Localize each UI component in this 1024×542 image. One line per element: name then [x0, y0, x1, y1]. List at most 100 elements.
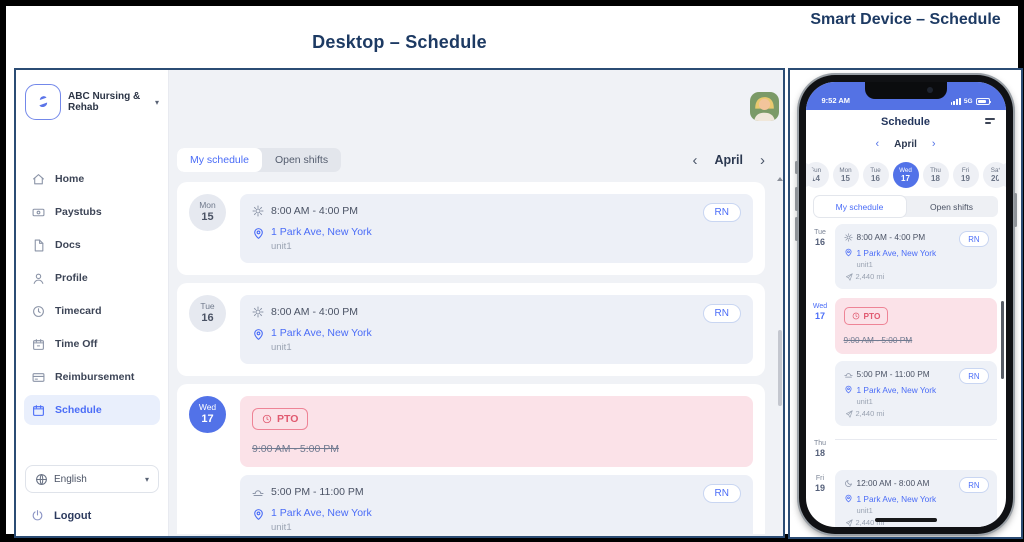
tab-open-shifts[interactable]: Open shifts — [906, 196, 998, 217]
location-pin-icon — [252, 328, 265, 353]
sidebar-item-profile[interactable]: Profile — [24, 263, 160, 293]
day-pill-fri[interactable]: Fri19 — [953, 162, 979, 188]
mute-switch — [795, 161, 798, 174]
scrollbar-thumb[interactable] — [778, 330, 782, 406]
language-selector[interactable]: English ▾ — [25, 465, 159, 493]
pto-time: 9:00 AM - 5:00 PM — [844, 335, 988, 345]
desktop-section-title: Desktop – Schedule — [14, 32, 785, 53]
page-title: Schedule — [881, 116, 930, 128]
home-indicator[interactable] — [875, 518, 937, 522]
shift-time: 5:00 PM - 11:00 PM — [857, 369, 930, 379]
sunset-icon — [844, 370, 853, 379]
filter-icon[interactable] — [985, 118, 995, 126]
location-link[interactable]: 1 Park Ave, New York — [857, 248, 937, 258]
next-month-button[interactable]: › — [760, 153, 765, 168]
sidebar-menu: Home Paystubs Docs Profile — [16, 164, 168, 425]
day-pill-tue[interactable]: Tue16 — [863, 162, 889, 188]
power-icon — [31, 509, 44, 522]
shift-card[interactable]: 5:00 PM - 11:00 PM RN 1 Park Ave, New Yo… — [240, 475, 753, 534]
home-icon — [32, 173, 45, 186]
day-pill-wed-selected[interactable]: Wed17 — [893, 162, 919, 188]
network-label: 5G — [964, 98, 973, 105]
sidebar-item-timecard[interactable]: Timecard — [24, 296, 160, 326]
day-badge-selected: Wed 17 — [189, 396, 226, 433]
schedule-day-row: Thu 18 — [806, 435, 1006, 461]
app-logo-icon — [25, 84, 61, 120]
empty-day-divider — [835, 439, 997, 461]
org-switcher[interactable]: ABC Nursing & Rehab ▾ — [16, 84, 168, 120]
tab-open-shifts[interactable]: Open shifts — [262, 148, 341, 172]
schedule-toolbar: My schedule Open shifts ‹ April › — [177, 148, 765, 172]
location-pin-icon — [844, 248, 853, 258]
prev-month-button[interactable]: ‹ — [875, 139, 879, 150]
clock-icon — [32, 305, 45, 318]
location-link[interactable]: 1 Park Ave, New York — [271, 226, 372, 238]
tab-my-schedule[interactable]: My schedule — [814, 196, 906, 217]
moon-icon — [844, 479, 853, 488]
logout-button[interactable]: Logout — [25, 509, 159, 522]
shift-card[interactable]: 5:00 PM - 11:00 PM RN 1 Park Ave, New Yo… — [835, 361, 997, 426]
camera-icon — [927, 87, 933, 93]
shift-card[interactable]: 8:00 AM - 4:00 PM RN 1 Park Ave, New Yor… — [240, 295, 753, 364]
pto-time: 9:00 AM - 5:00 PM — [252, 443, 741, 455]
clock-icon — [262, 414, 272, 424]
scrollbar[interactable] — [777, 180, 783, 534]
location-link[interactable]: 1 Park Ave, New York — [857, 494, 937, 504]
day-pill-thu[interactable]: Thu18 — [923, 162, 949, 188]
pto-card[interactable]: PTO 9:00 AM - 5:00 PM — [240, 396, 753, 467]
signal-icon — [951, 98, 961, 105]
phone-mockup: 9:52 AM 5G Schedule ‹ April — [799, 75, 1013, 534]
power-button — [1014, 193, 1017, 227]
sunset-icon — [252, 486, 264, 498]
scrollbar-arrow-icon[interactable] — [777, 174, 783, 181]
battery-icon — [976, 98, 990, 105]
shift-card[interactable]: 8:00 AM - 4:00 PM RN 1 Park Ave, New Yor… — [835, 224, 997, 289]
prev-month-button[interactable]: ‹ — [693, 153, 698, 168]
mobile-section-title: Smart Device – Schedule — [798, 10, 1013, 31]
avatar[interactable] — [750, 92, 779, 121]
sidebar-footer: English ▾ Logout — [16, 465, 168, 536]
sidebar-item-paystubs[interactable]: Paystubs — [24, 197, 160, 227]
screenshot-canvas: Desktop – Schedule Smart Device – Schedu… — [0, 0, 1024, 542]
role-badge: RN — [703, 484, 741, 503]
sun-icon — [844, 233, 853, 242]
pto-badge: PTO — [844, 307, 889, 325]
phone-screen: 9:52 AM 5G Schedule ‹ April — [806, 82, 1006, 527]
day-pill-mon[interactable]: Mon15 — [833, 162, 859, 188]
location-link[interactable]: 1 Park Ave, New York — [857, 385, 937, 395]
schedule-main: My schedule Open shifts ‹ April › Mon — [169, 70, 783, 536]
sidebar-item-home[interactable]: Home — [24, 164, 160, 194]
location-link[interactable]: 1 Park Ave, New York — [271, 327, 372, 339]
week-day-strip: Sun14 Mon15 Tue16 Wed17 Thu18 Fri19 Sat2… — [806, 155, 1006, 195]
user-icon — [32, 272, 45, 285]
month-navigation: ‹ April › — [806, 133, 1006, 155]
sidebar-item-time-off[interactable]: Time Off — [24, 329, 160, 359]
location-pin-icon — [844, 494, 853, 504]
tab-my-schedule[interactable]: My schedule — [177, 148, 262, 172]
banknote-icon — [32, 206, 45, 219]
phone-header: Schedule — [806, 110, 1006, 133]
pto-badge: PTO — [252, 408, 308, 430]
calendar-off-icon — [32, 338, 45, 351]
location-link[interactable]: 1 Park Ave, New York — [271, 507, 372, 519]
scrollbar-thumb[interactable] — [1001, 301, 1004, 379]
pto-card[interactable]: PTO 9:00 AM - 5:00 PM — [835, 298, 997, 354]
sidebar-item-reimbursement[interactable]: Reimbursement — [24, 362, 160, 392]
unit-label: unit1 — [857, 397, 988, 406]
chevron-down-icon: ▾ — [155, 98, 159, 107]
day-label: Fri 19 — [806, 470, 835, 527]
navigation-icon — [845, 410, 853, 418]
shift-card[interactable]: 8:00 AM - 4:00 PM RN 1 Park Ave, New Yor… — [240, 194, 753, 263]
next-month-button[interactable]: › — [932, 139, 936, 150]
status-time: 9:52 AM — [822, 96, 850, 105]
document-icon — [32, 239, 45, 252]
role-badge: RN — [959, 231, 988, 247]
schedule-day-row: Wed 17 PTO 9:00 AM - 5:00 PM — [806, 298, 1006, 426]
sidebar-item-schedule[interactable]: Schedule — [24, 395, 160, 425]
unit-label: unit1 — [857, 506, 988, 515]
month-navigation: ‹ April › — [693, 153, 765, 168]
distance-label: 2,440 mi — [856, 272, 885, 281]
sidebar-item-docs[interactable]: Docs — [24, 230, 160, 260]
sidebar: ABC Nursing & Rehab ▾ Home Paystubs Docs — [16, 70, 169, 536]
mobile-section: 9:52 AM 5G Schedule ‹ April — [788, 68, 1023, 539]
